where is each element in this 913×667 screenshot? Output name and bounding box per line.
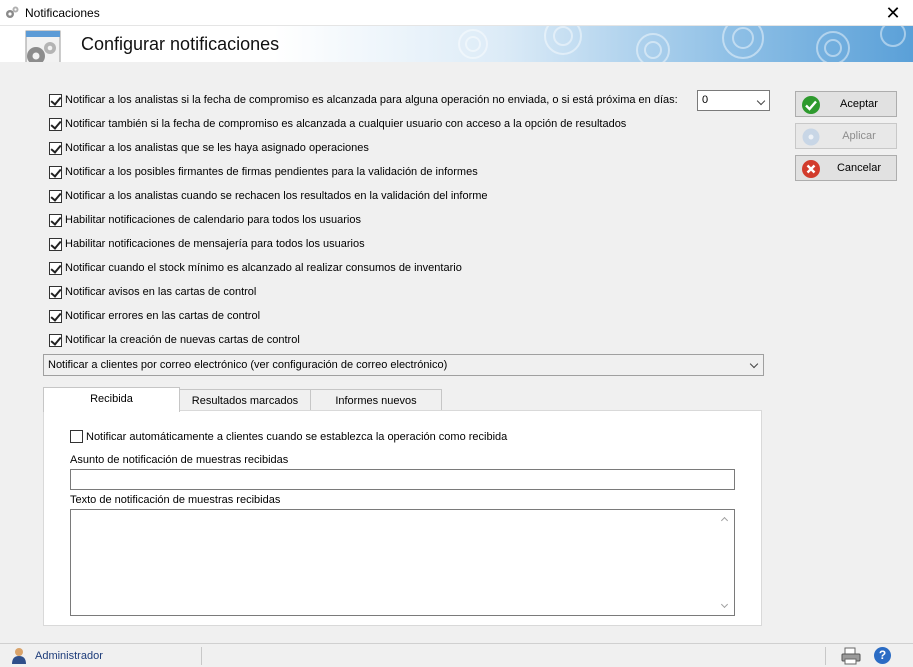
option-label: Notificar cuando el stock mínimo es alca… xyxy=(65,262,462,274)
decorative-swirl-pattern xyxy=(458,26,906,62)
client-notification-dropdown[interactable]: Notificar a clientes por correo electrón… xyxy=(43,354,764,376)
option-control-chart-errors[interactable]: Notificar errores en las cartas de contr… xyxy=(49,308,260,324)
auto-notify-checkbox[interactable] xyxy=(70,430,83,443)
option-label: Notificar avisos en las cartas de contro… xyxy=(65,286,257,298)
option-new-control-charts[interactable]: Notificar la creación de nuevas cartas d… xyxy=(49,332,300,348)
cancel-icon xyxy=(802,160,820,178)
tab-informes-nuevos[interactable]: Informes nuevos xyxy=(310,389,442,411)
disc-icon xyxy=(802,128,820,146)
cancel-button[interactable]: Cancelar xyxy=(795,155,897,181)
body-label: Texto de notificación de muestras recibi… xyxy=(70,494,281,506)
option-assigned-operations[interactable]: Notificar a los analistas que se les hay… xyxy=(49,140,369,156)
checkbox[interactable] xyxy=(49,213,62,227)
title-bar: Notificaciones ✕ xyxy=(0,0,913,26)
check-icon xyxy=(802,96,820,114)
client-notification-value: Notificar a clientes por correo electrón… xyxy=(48,359,448,371)
option-label: Notificar a los analistas que se les hay… xyxy=(65,142,369,154)
subject-label: Asunto de notificación de muestras recib… xyxy=(70,454,289,466)
checkbox[interactable] xyxy=(49,189,62,203)
option-pending-signatures[interactable]: Notificar a los posibles firmantes de fi… xyxy=(49,164,478,180)
checkbox[interactable] xyxy=(49,333,62,347)
tab-panel-recibida: Notificar automáticamente a clientes cua… xyxy=(43,410,762,626)
option-messaging-notifications[interactable]: Habilitar notificaciones de mensajería p… xyxy=(49,236,365,252)
header-banner: Configurar notificaciones xyxy=(0,26,913,62)
status-separator xyxy=(201,647,202,665)
checkbox[interactable] xyxy=(49,117,62,131)
option-control-chart-warnings[interactable]: Notificar avisos en las cartas de contro… xyxy=(49,284,256,300)
checkbox[interactable] xyxy=(49,285,62,299)
days-value: 0 xyxy=(702,94,709,106)
option-label: Notificar a los analistas si la fecha de… xyxy=(65,94,678,106)
option-label: Notificar errores en las cartas de contr… xyxy=(65,310,261,322)
option-label: Habilitar notificaciones de calendario p… xyxy=(65,214,361,226)
checkbox[interactable] xyxy=(49,261,62,275)
option-label: Notificar a los posibles firmantes de fi… xyxy=(65,166,478,178)
subject-input[interactable] xyxy=(70,469,735,490)
scroll-up-icon[interactable] xyxy=(720,516,729,525)
help-icon[interactable]: ? xyxy=(874,647,891,664)
chevron-down-icon xyxy=(749,359,759,369)
tab-recibida[interactable]: Recibida xyxy=(43,387,180,412)
option-label: Notificar también si la fecha de comprom… xyxy=(65,118,627,130)
checkbox[interactable] xyxy=(49,309,62,323)
checkbox[interactable] xyxy=(49,141,62,155)
scroll-down-icon[interactable] xyxy=(720,600,729,609)
option-calendar-notifications[interactable]: Habilitar notificaciones de calendario p… xyxy=(49,212,361,228)
window-title: Notificaciones xyxy=(25,6,100,20)
days-dropdown[interactable]: 0 xyxy=(697,90,770,111)
option-label: Habilitar notificaciones de mensajería p… xyxy=(65,238,365,250)
chevron-down-icon xyxy=(756,96,766,106)
user-icon xyxy=(12,648,26,664)
printer-icon[interactable] xyxy=(841,647,861,665)
tab-resultados-marcados[interactable]: Resultados marcados xyxy=(179,389,311,411)
option-rejected-results[interactable]: Notificar a los analistas cuando se rech… xyxy=(49,188,488,204)
checkbox[interactable] xyxy=(49,237,62,251)
body-textarea[interactable] xyxy=(70,509,735,616)
option-label: Notificar la creación de nuevas cartas d… xyxy=(65,334,300,346)
gears-icon xyxy=(6,6,19,18)
close-button[interactable]: ✕ xyxy=(873,0,913,26)
page-title: Configurar notificaciones xyxy=(81,34,280,54)
apply-button[interactable]: Aplicar xyxy=(795,123,897,149)
auto-notify-label: Notificar automáticamente a clientes cua… xyxy=(86,430,508,443)
close-icon: ✕ xyxy=(885,2,901,23)
option-label: Notificar a los analistas cuando se rech… xyxy=(65,190,488,202)
accept-button[interactable]: Aceptar xyxy=(795,91,897,117)
checkbox[interactable] xyxy=(49,93,62,107)
status-bar: Administrador ? xyxy=(0,643,913,667)
status-separator xyxy=(825,647,826,665)
settings-window-icon xyxy=(25,30,61,62)
auto-notify-option[interactable]: Notificar automáticamente a clientes cua… xyxy=(70,430,507,443)
option-min-stock[interactable]: Notificar cuando el stock mínimo es alca… xyxy=(49,260,462,276)
current-user: Administrador xyxy=(35,650,103,662)
vertical-scrollbar[interactable] xyxy=(717,510,734,615)
option-commitment-date[interactable]: Notificar a los analistas si la fecha de… xyxy=(49,92,678,108)
checkbox[interactable] xyxy=(49,165,62,179)
option-commitment-all-users[interactable]: Notificar también si la fecha de comprom… xyxy=(49,116,626,132)
